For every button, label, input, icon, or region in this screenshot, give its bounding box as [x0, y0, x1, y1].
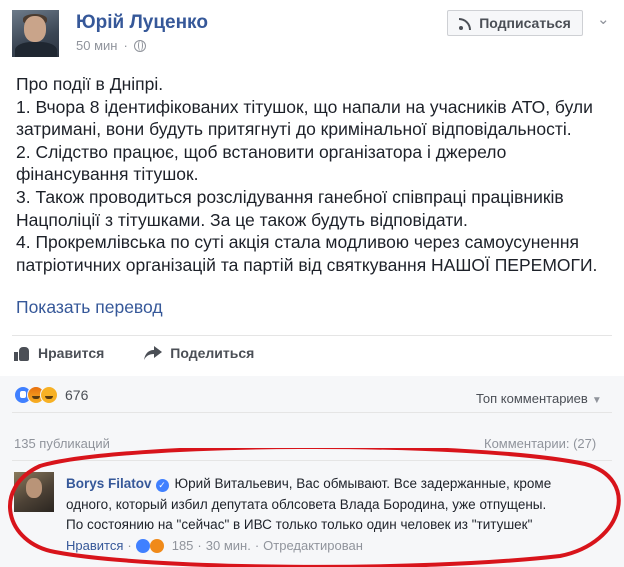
show-translation-link[interactable]: Показать перевод — [16, 297, 163, 318]
post-line: 3. Також проводиться розслідування ганеб… — [16, 186, 564, 207]
caret-down-icon: ▼ — [591, 395, 602, 406]
post-meta: 50 мин · — [76, 38, 146, 53]
thumbs-up-icon — [14, 346, 30, 361]
chevron-down-icon[interactable]: ⌄ — [597, 10, 610, 28]
haha-reaction-icon — [40, 386, 58, 404]
post-line: патріотичних організацій та партій від с… — [16, 254, 598, 275]
post-actions: Нравится Поделиться — [14, 345, 254, 361]
avatar-face — [24, 16, 46, 42]
author-avatar[interactable] — [12, 10, 59, 57]
share-button[interactable]: Поделиться — [144, 345, 254, 361]
like-button[interactable]: Нравится — [14, 345, 104, 361]
comment-sort-label: Топ комментариев — [476, 391, 588, 406]
avatar-body — [15, 42, 57, 57]
share-label: Поделиться — [170, 345, 255, 361]
rss-icon — [459, 16, 473, 30]
reactions-summary[interactable]: 676 — [14, 386, 88, 404]
post-line: затримані, вони будуть притягнуті до кри… — [16, 119, 572, 140]
post-line: Нацполіції з тітушками. За це також буду… — [16, 209, 468, 230]
facebook-post: Юрій Луценко 50 мин · Подписаться ⌄ Про … — [0, 0, 624, 567]
red-annotation-ellipse — [8, 448, 621, 567]
post-line: 1. Вчора 8 ідентифікованих тітушок, що н… — [16, 96, 593, 117]
post-author-name[interactable]: Юрій Луценко — [76, 12, 208, 34]
globe-icon[interactable] — [133, 39, 146, 52]
divider — [12, 335, 612, 336]
subscribe-label: Подписаться — [479, 15, 571, 31]
post-body: Про події в Дніпрі. 1. Вчора 8 ідентифік… — [16, 73, 616, 276]
post-line: 4. Прокремлівська по суті акція стала мо… — [16, 232, 579, 253]
subscribe-button[interactable]: Подписаться — [447, 10, 583, 36]
reaction-count: 676 — [65, 387, 89, 403]
comment-sort-dropdown[interactable]: Топ комментариев ▼ — [476, 391, 602, 406]
meta-separator: · — [123, 38, 128, 53]
post-line: Про події в Дніпрі. — [16, 74, 164, 94]
share-icon — [144, 346, 163, 360]
like-label: Нравится — [38, 345, 105, 361]
post-line: 2. Слідство працює, щоб встановити орган… — [16, 141, 507, 162]
post-line: фінансування тітушок. — [16, 164, 199, 185]
divider — [12, 412, 612, 413]
post-timestamp[interactable]: 50 мин — [76, 38, 117, 53]
